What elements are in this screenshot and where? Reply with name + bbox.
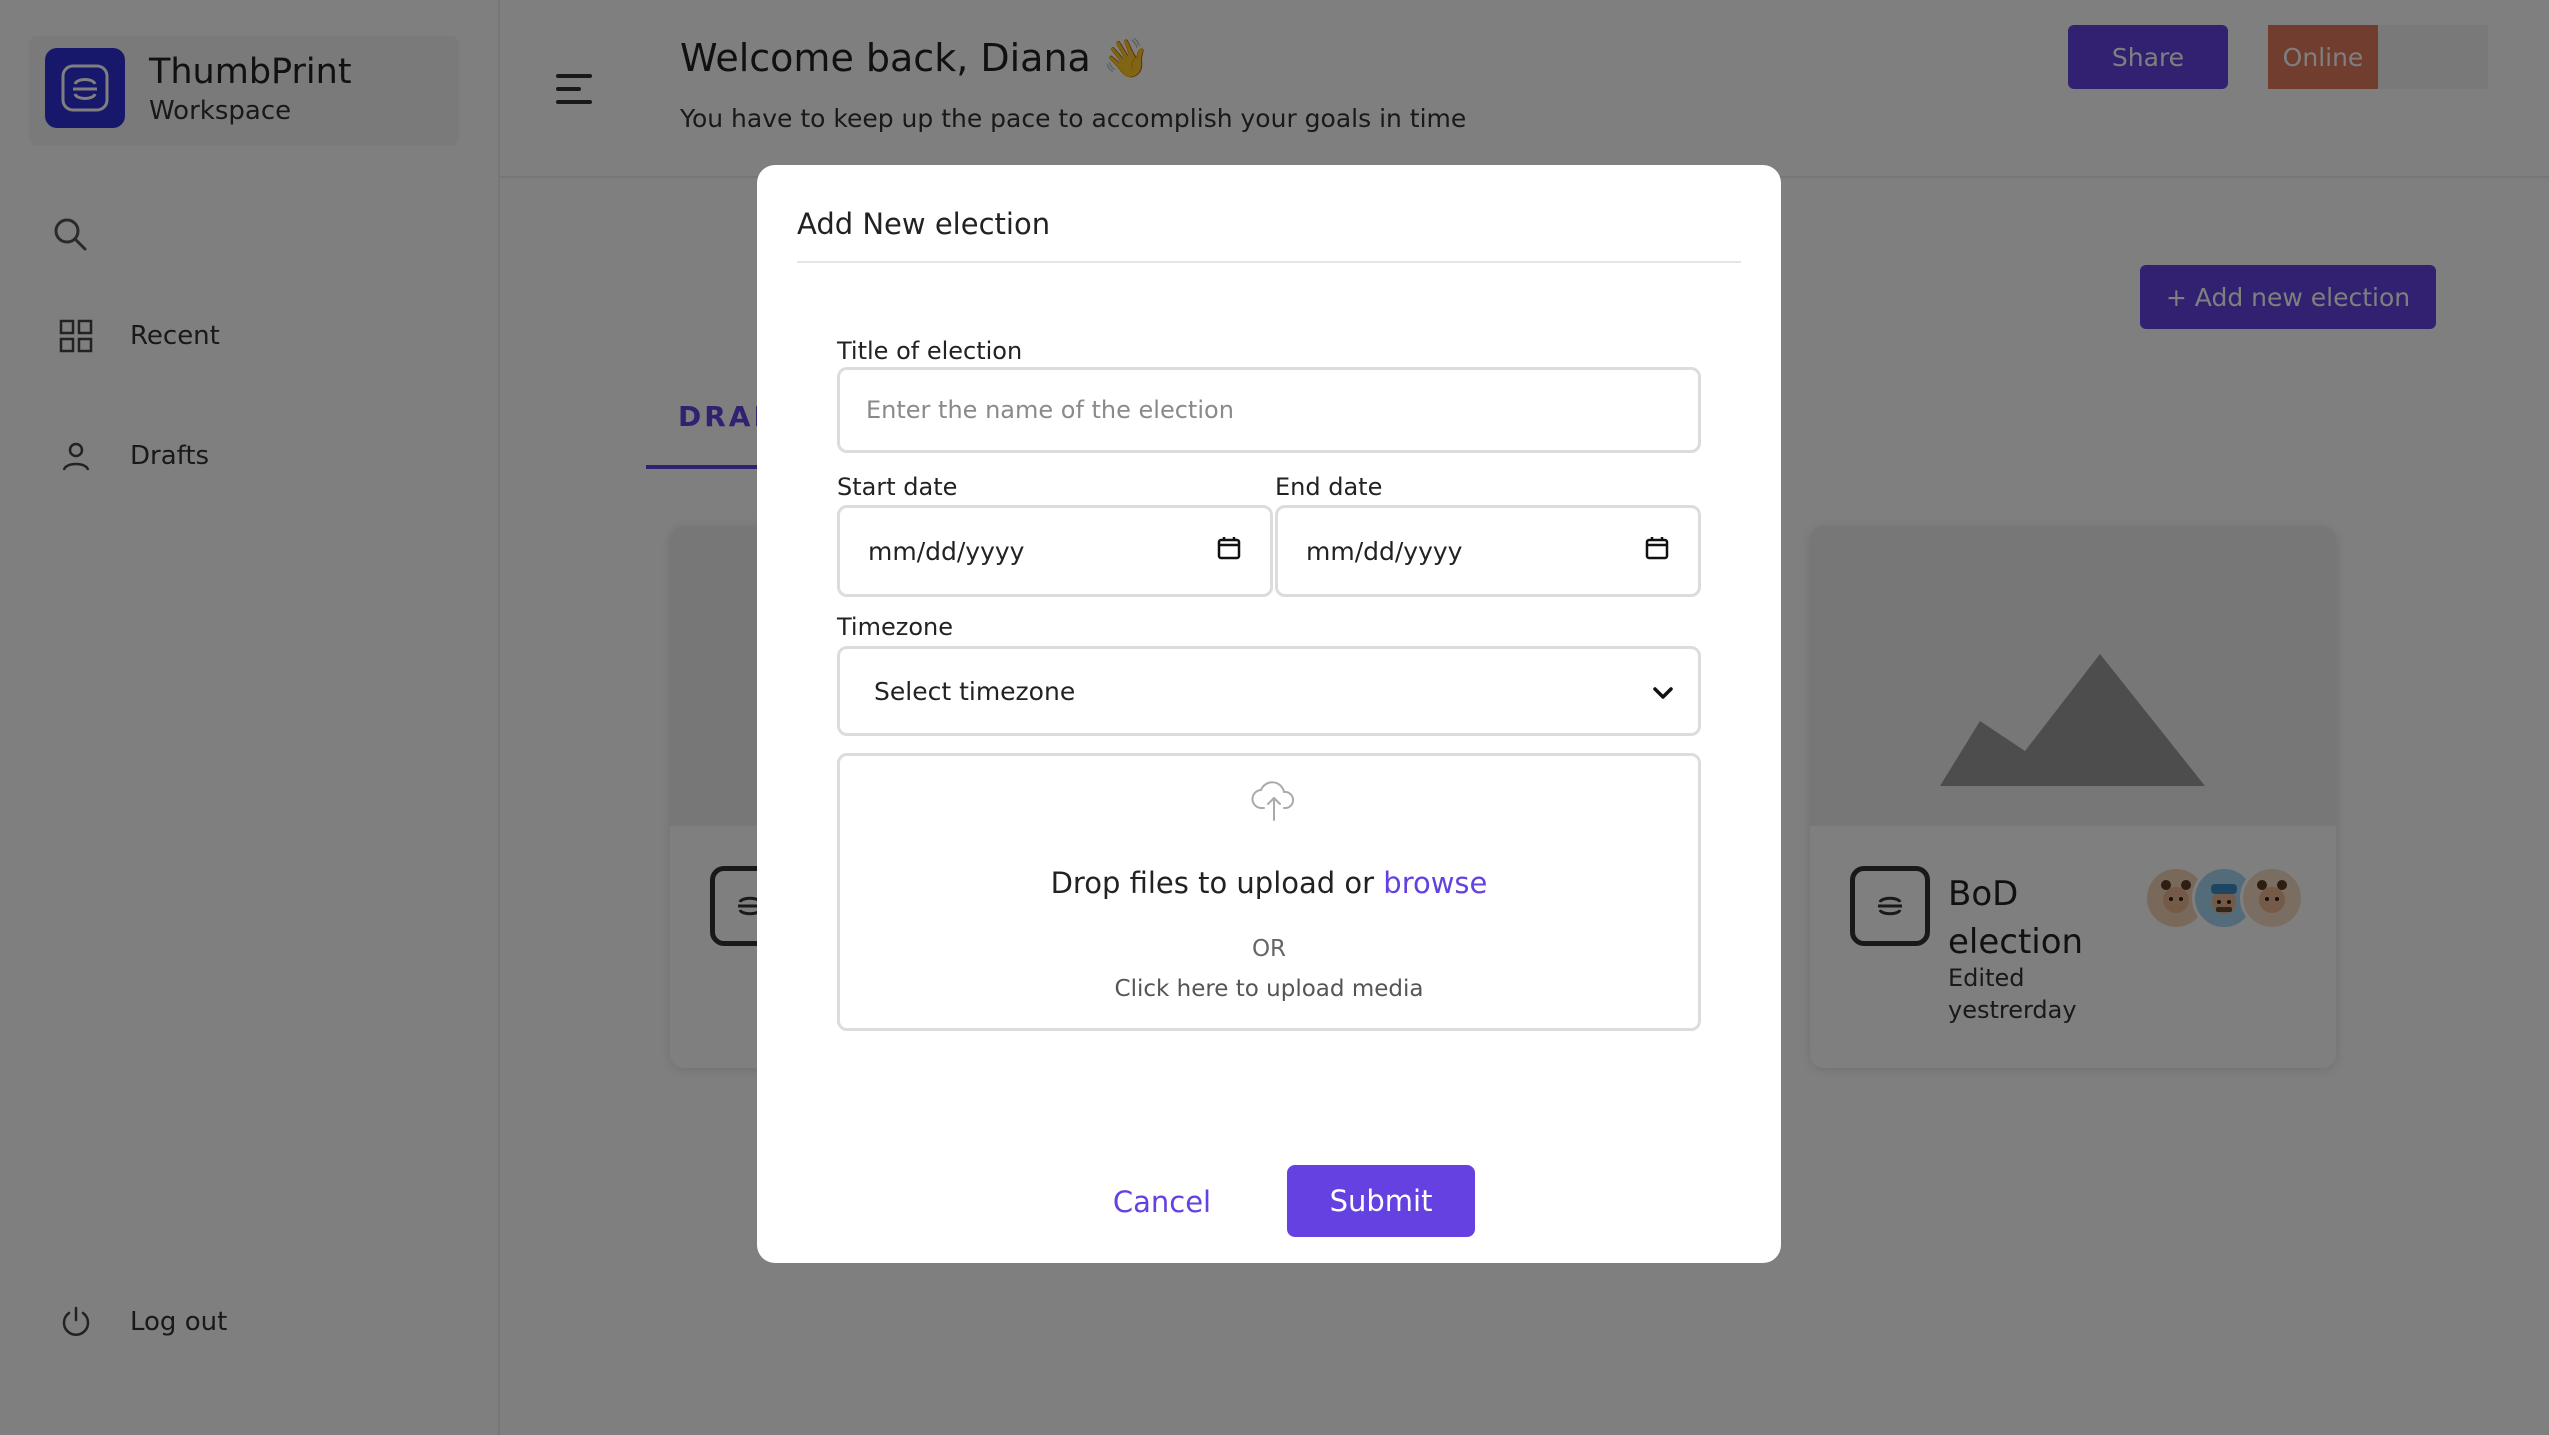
calendar-icon[interactable] <box>1644 535 1670 567</box>
timezone-label: Timezone <box>837 613 953 641</box>
modal-divider <box>797 261 1741 263</box>
end-date-value: mm/dd/yyyy <box>1306 536 1463 566</box>
start-date-label: Start date <box>837 473 958 501</box>
modal-title: Add New election <box>797 207 1051 241</box>
timezone-select[interactable]: Select timezone <box>837 646 1701 736</box>
file-dropzone[interactable]: Drop files to upload or browse OR Click … <box>837 753 1701 1031</box>
end-date-label: End date <box>1275 473 1383 501</box>
timezone-selected-value: Select timezone <box>874 676 1076 706</box>
cloud-upload-icon <box>1250 776 1298 824</box>
end-date-input[interactable]: mm/dd/yyyy <box>1275 505 1701 597</box>
submit-button[interactable]: Submit <box>1287 1165 1475 1237</box>
or-separator: OR <box>1251 936 1287 962</box>
cancel-button[interactable]: Cancel <box>1087 1165 1237 1239</box>
chevron-down-icon <box>1652 677 1674 706</box>
start-date-input[interactable]: mm/dd/yyyy <box>837 505 1273 597</box>
click-to-upload-link[interactable]: Click here to upload media <box>840 976 1698 1002</box>
title-field-label: Title of election <box>837 337 1023 365</box>
drop-files-text: Drop files to upload or browse <box>840 866 1698 900</box>
start-date-value: mm/dd/yyyy <box>868 536 1025 566</box>
drop-files-label: Drop files to upload or <box>1050 866 1375 900</box>
calendar-icon[interactable] <box>1216 535 1242 567</box>
add-election-modal: Add New election Title of election Start… <box>757 165 1781 1263</box>
election-title-input[interactable] <box>837 367 1701 453</box>
browse-link[interactable]: browse <box>1383 866 1487 900</box>
